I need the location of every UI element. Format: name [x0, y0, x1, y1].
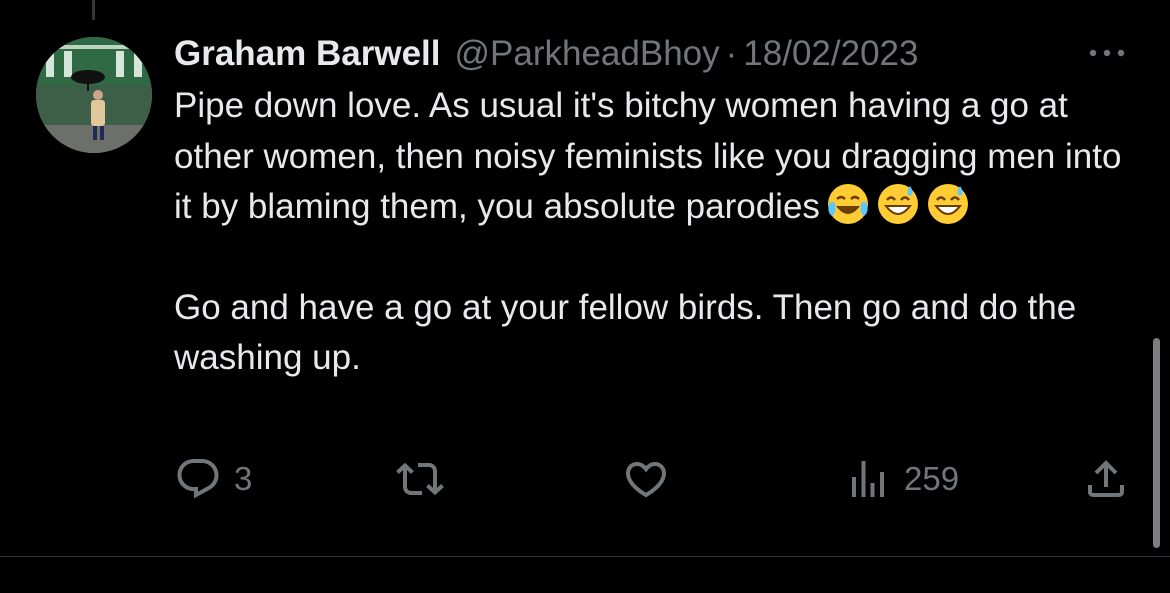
tweet[interactable]: Graham Barwell @ParkheadBhoy · 18/02/202…: [174, 30, 1124, 384]
reply-button[interactable]: 3: [174, 455, 252, 503]
grinning-sweat-emoji: [927, 184, 968, 224]
retweet-icon: [396, 462, 444, 496]
like-icon: [625, 462, 667, 498]
tweet-paragraph-2: Go and have a go at your fellow birds. T…: [174, 287, 1077, 378]
views-button[interactable]: 259: [844, 455, 959, 503]
retweet-button[interactable]: [396, 455, 456, 503]
views-icon: [852, 461, 884, 497]
share-button[interactable]: [1082, 455, 1130, 503]
more-options-icon[interactable]: [1085, 38, 1129, 68]
grinning-sweat-emoji: [877, 184, 918, 224]
tweet-date[interactable]: 18/02/2023: [743, 30, 918, 78]
tweet-actions: 3 259: [174, 455, 1134, 505]
tears-of-joy-emoji: [827, 184, 868, 224]
author-handle[interactable]: @ParkheadBhoy: [455, 30, 720, 78]
tweet-paragraph-1: Pipe down love. As usual it's bitchy wom…: [174, 81, 1124, 233]
tweet-text: Pipe down love. As usual it's bitchy wom…: [174, 81, 1124, 384]
tweet-divider: [0, 556, 1170, 557]
thread-line: [92, 0, 95, 20]
tweet-paragraph-1-text: Pipe down love. As usual it's bitchy wom…: [174, 86, 1122, 226]
like-button[interactable]: [622, 455, 682, 503]
tweet-header: Graham Barwell @ParkheadBhoy · 18/02/202…: [174, 30, 1124, 78]
header-separator: ·: [725, 34, 738, 73]
share-icon: [1088, 460, 1124, 497]
avatar-image: [36, 37, 152, 153]
scrollbar[interactable]: [1153, 338, 1160, 548]
author-name[interactable]: Graham Barwell: [174, 30, 441, 78]
avatar[interactable]: [36, 37, 152, 153]
views-count: 259: [904, 460, 960, 497]
reply-icon: [177, 459, 219, 499]
reply-count: 3: [234, 460, 253, 497]
